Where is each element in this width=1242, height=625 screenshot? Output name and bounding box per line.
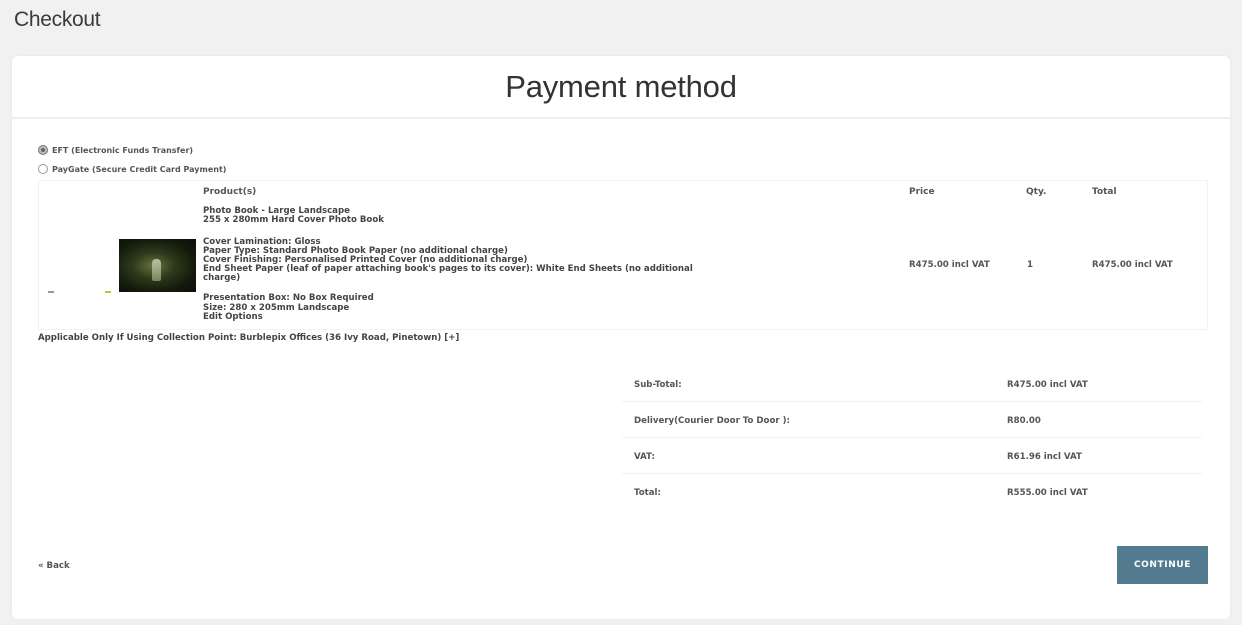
thumbnail-divider — [105, 291, 111, 293]
col-header-price: Price — [909, 187, 935, 197]
col-header-total: Total — [1092, 187, 1117, 197]
payment-card: Payment method EFT (Electronic Funds Tra… — [12, 56, 1230, 619]
card-header: Payment method — [12, 56, 1230, 119]
product-total: R475.00 incl VAT — [1092, 260, 1173, 270]
subtotal-row: Sub-Total: R475.00 incl VAT — [622, 366, 1202, 402]
paygate-label: PayGate (Secure Credit Card Payment) — [52, 164, 227, 174]
thumbnail-divider — [48, 291, 54, 293]
delivery-value: R80.00 — [1007, 416, 1041, 426]
product-price: R475.00 incl VAT — [909, 260, 990, 270]
card-title: Payment method — [505, 68, 737, 104]
edit-options-link[interactable]: Edit Options — [203, 313, 263, 322]
payment-option-eft[interactable]: EFT (Electronic Funds Transfer) — [38, 145, 193, 155]
payment-option-paygate[interactable]: PayGate (Secure Credit Card Payment) — [38, 164, 226, 174]
collection-point-note[interactable]: Applicable Only If Using Collection Poin… — [38, 333, 459, 343]
products-table: Product(s) Price Qty. Total Photo Book -… — [38, 180, 1208, 330]
vat-label: VAT: — [634, 452, 655, 462]
eft-radio[interactable] — [38, 145, 48, 155]
col-header-qty: Qty. — [1026, 187, 1047, 197]
eft-label: EFT (Electronic Funds Transfer) — [52, 145, 194, 155]
continue-button[interactable]: CONTINUE — [1117, 546, 1208, 584]
total-label: Total: — [634, 488, 661, 498]
page-title: Checkout — [14, 8, 101, 31]
product-qty: 1 — [1027, 260, 1033, 270]
subtotal-label: Sub-Total: — [634, 380, 682, 390]
col-header-product: Product(s) — [203, 187, 257, 197]
paygate-radio[interactable] — [38, 164, 48, 174]
product-spec: 255 x 280mm Hard Cover Photo Book — [203, 215, 384, 225]
delivery-label: Delivery(Courier Door To Door ): — [634, 416, 790, 426]
total-value: R555.00 incl VAT — [1007, 488, 1088, 498]
order-totals: Sub-Total: R475.00 incl VAT Delivery(Cou… — [622, 366, 1202, 510]
product-option: End Sheet Paper (leaf of paper attaching… — [203, 264, 693, 274]
vat-value: R61.96 incl VAT — [1007, 452, 1082, 462]
vat-row: VAT: R61.96 incl VAT — [622, 438, 1202, 474]
product-option: Presentation Box: No Box Required — [203, 293, 374, 303]
total-row: Total: R555.00 incl VAT — [622, 474, 1202, 510]
back-link[interactable]: « Back — [38, 561, 70, 571]
product-option: charge) — [203, 273, 241, 283]
product-thumbnail — [119, 239, 196, 292]
delivery-row: Delivery(Courier Door To Door ): R80.00 — [622, 402, 1202, 438]
subtotal-value: R475.00 incl VAT — [1007, 380, 1088, 390]
